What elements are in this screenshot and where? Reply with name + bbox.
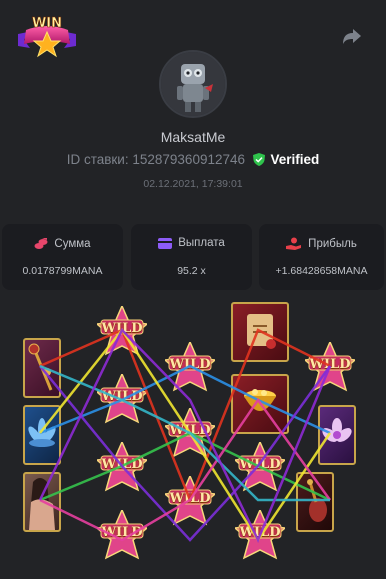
bet-id-row: ID ставки: 152879360912746 Verified — [0, 152, 386, 167]
verified-shield-icon — [252, 153, 265, 166]
svg-text:WIN: WIN — [32, 16, 62, 31]
slot-board: WILD WILD WILD WILD WILD WILD WILD WILD … — [0, 300, 386, 579]
stat-value-payout: 95.2 x — [177, 265, 206, 277]
bet-id-label: ID ставки: — [66, 152, 129, 167]
profit-hand-icon — [286, 237, 302, 250]
stat-card-payout: Выплата 95.2 x — [131, 224, 252, 290]
stat-label-profit: Прибыль — [308, 238, 357, 250]
username: MaksatMe — [160, 129, 226, 145]
stat-card-amount: Сумма 0.0178799MANA — [2, 224, 123, 290]
avatar — [159, 50, 227, 118]
payline — [39, 365, 332, 542]
paylines-overlay — [38, 327, 332, 544]
wallet-icon — [158, 238, 173, 249]
win-logo: WIN — [18, 16, 76, 58]
share-arrow-icon[interactable] — [342, 27, 362, 45]
stat-card-profit: Прибыль +1.68428658MANA — [259, 224, 384, 290]
payline — [39, 364, 331, 435]
stat-value-profit: +1.68428658MANA — [275, 265, 368, 277]
stat-value-amount: 0.0178799MANA — [22, 265, 103, 277]
bet-id-value: 152879360912746 — [132, 152, 245, 167]
coins-icon — [34, 238, 48, 249]
stat-label-payout: Выплата — [178, 237, 225, 249]
bet-datetime: 02.12.2021, 17:39:01 — [143, 178, 243, 190]
verified-label: Verified — [270, 152, 320, 167]
stat-label-amount: Сумма — [54, 238, 91, 250]
